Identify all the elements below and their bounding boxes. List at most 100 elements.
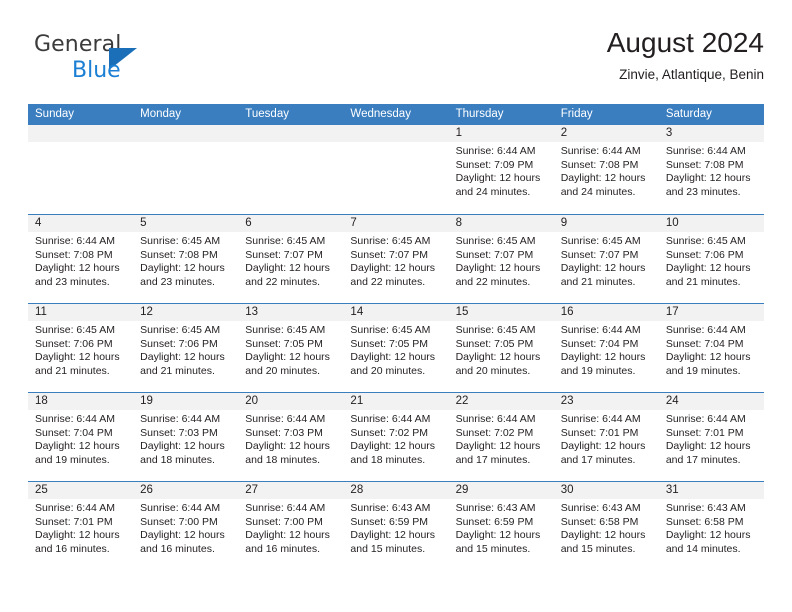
sunrise-text: Sunrise: 6:44 AM [455, 145, 536, 157]
day-details: Sunrise: 6:43 AM Sunset: 6:59 PM Daylight:… [449, 499, 554, 556]
sunset-text: Sunset: 7:06 PM [35, 337, 113, 350]
day-details: Sunrise: 6:45 AM Sunset: 7:06 PM Daylight:… [28, 321, 133, 378]
day-cell[interactable]: 8 Sunrise: 6:45 AM Sunset: 7:07 PM Daylight… [448, 215, 554, 303]
sunrise-text: Sunrise: 6:45 AM [140, 324, 221, 336]
weekday-header-row: Sunday Monday Tuesday Wednesday Thursday… [28, 104, 764, 125]
day-cell[interactable]: 24 Sunrise: 6:44 AM Sunset: 7:01 PM Dayligh… [658, 393, 764, 481]
day-cell[interactable]: 13 Sunrise: 6:45 AM Sunset: 7:05 PM Dayligh… [238, 304, 344, 392]
day-cell[interactable]: 4 Sunrise: 6:44 AM Sunset: 7:08 PM Daylight… [28, 215, 134, 303]
day-number: 10 [658, 215, 764, 232]
daylight-text-line1: Daylight: 12 hours [665, 529, 751, 542]
day-number: 14 [343, 304, 449, 321]
sunrise-text: Sunrise: 6:45 AM [350, 235, 431, 247]
daylight-text-line2: and 19 minutes. [35, 453, 110, 466]
day-cell[interactable]: 3 Sunrise: 6:44 AM Sunset: 7:08 PM Daylight… [658, 125, 764, 214]
sunrise-text: Sunrise: 6:43 AM [560, 502, 641, 514]
day-details: Sunrise: 6:44 AM Sunset: 7:03 PM Daylight:… [238, 410, 343, 467]
sunset-text: Sunset: 7:00 PM [245, 515, 323, 528]
day-cell[interactable]: 17 Sunrise: 6:44 AM Sunset: 7:04 PM Dayligh… [658, 304, 764, 392]
day-number: 11 [28, 304, 134, 321]
day-details: Sunrise: 6:45 AM Sunset: 7:07 PM Daylight:… [343, 232, 448, 289]
daylight-text-line1: Daylight: 12 hours [35, 351, 120, 364]
sunset-text: Sunset: 7:06 PM [665, 248, 744, 261]
day-number [343, 125, 449, 142]
day-number [28, 125, 134, 142]
day-cell[interactable]: 28 Sunrise: 6:43 AM Sunset: 6:59 PM Dayligh… [343, 482, 449, 570]
daylight-text-line2: and 19 minutes. [560, 364, 636, 377]
day-cell[interactable]: 19 Sunrise: 6:44 AM Sunset: 7:03 PM Dayligh… [133, 393, 239, 481]
day-number: 16 [553, 304, 659, 321]
day-number: 22 [448, 393, 554, 410]
day-cell[interactable]: 1 Sunrise: 6:44 AM Sunset: 7:09 PM Daylight… [448, 125, 554, 214]
day-cell[interactable]: 11 Sunrise: 6:45 AM Sunset: 7:06 PM Dayligh… [28, 304, 134, 392]
day-cell[interactable]: 29 Sunrise: 6:43 AM Sunset: 6:59 PM Dayligh… [448, 482, 554, 570]
day-number [133, 125, 239, 142]
daylight-text-line1: Daylight: 12 hours [350, 262, 436, 275]
daylight-text-line1: Daylight: 12 hours [350, 529, 436, 542]
sunrise-text: Sunrise: 6:45 AM [35, 324, 115, 336]
day-number: 25 [28, 482, 134, 499]
daylight-text-line1: Daylight: 12 hours [455, 351, 541, 364]
daylight-text-line1: Daylight: 12 hours [35, 262, 120, 275]
day-cell[interactable]: 18 Sunrise: 6:44 AM Sunset: 7:04 PM Dayligh… [28, 393, 134, 481]
day-cell-empty [343, 125, 449, 214]
day-cell[interactable]: 30 Sunrise: 6:43 AM Sunset: 6:58 PM Dayligh… [553, 482, 659, 570]
day-cell[interactable]: 31 Sunrise: 6:43 AM Sunset: 6:58 PM Dayligh… [658, 482, 764, 570]
day-details: Sunrise: 6:45 AM Sunset: 7:07 PM Daylight:… [554, 232, 659, 289]
day-cell[interactable]: 15 Sunrise: 6:45 AM Sunset: 7:05 PM Dayligh… [448, 304, 554, 392]
sunrise-text: Sunrise: 6:43 AM [665, 502, 746, 514]
sunset-text: Sunset: 7:08 PM [665, 158, 744, 171]
sunset-text: Sunset: 7:08 PM [560, 158, 639, 171]
sunrise-text: Sunrise: 6:45 AM [245, 235, 326, 247]
day-cell[interactable]: 7 Sunrise: 6:45 AM Sunset: 7:07 PM Daylight… [343, 215, 449, 303]
page-header: General Blue August 2024 Zinvie, Atlanti… [28, 26, 764, 98]
sunset-text: Sunset: 7:05 PM [245, 337, 323, 350]
title-block: August 2024 Zinvie, Atlantique, Benin [607, 26, 764, 85]
daylight-text-line2: and 15 minutes. [455, 542, 531, 555]
generalblue-logo[interactable]: General Blue [34, 32, 224, 88]
daylight-text-line2: and 23 minutes. [140, 275, 215, 288]
day-cell[interactable]: 25 Sunrise: 6:44 AM Sunset: 7:01 PM Dayligh… [28, 482, 134, 570]
sunset-text: Sunset: 7:02 PM [455, 426, 534, 439]
day-number: 23 [553, 393, 659, 410]
day-cell[interactable]: 21 Sunrise: 6:44 AM Sunset: 7:02 PM Dayligh… [343, 393, 449, 481]
day-cell[interactable]: 9 Sunrise: 6:45 AM Sunset: 7:07 PM Daylight… [553, 215, 659, 303]
day-number: 13 [238, 304, 344, 321]
day-details: Sunrise: 6:45 AM Sunset: 7:07 PM Daylight:… [238, 232, 343, 289]
daylight-text-line1: Daylight: 12 hours [665, 262, 751, 275]
day-cell[interactable]: 12 Sunrise: 6:45 AM Sunset: 7:06 PM Dayligh… [133, 304, 239, 392]
day-cell[interactable]: 14 Sunrise: 6:45 AM Sunset: 7:05 PM Dayligh… [343, 304, 449, 392]
sunrise-text: Sunrise: 6:44 AM [35, 413, 115, 425]
sunrise-text: Sunrise: 6:44 AM [665, 413, 746, 425]
day-cell[interactable]: 10 Sunrise: 6:45 AM Sunset: 7:06 PM Dayligh… [658, 215, 764, 303]
daylight-text-line2: and 20 minutes. [245, 364, 320, 377]
day-cell[interactable]: 5 Sunrise: 6:45 AM Sunset: 7:08 PM Daylight… [133, 215, 239, 303]
sunset-text: Sunset: 7:05 PM [350, 337, 429, 350]
day-cell[interactable]: 26 Sunrise: 6:44 AM Sunset: 7:00 PM Dayligh… [133, 482, 239, 570]
day-cell[interactable]: 23 Sunrise: 6:44 AM Sunset: 7:01 PM Dayligh… [553, 393, 659, 481]
daylight-text-line1: Daylight: 12 hours [245, 351, 330, 364]
daylight-text-line1: Daylight: 12 hours [560, 351, 646, 364]
daylight-text-line2: and 17 minutes. [560, 453, 636, 466]
day-details: Sunrise: 6:45 AM Sunset: 7:05 PM Daylight:… [449, 321, 554, 378]
daylight-text-line2: and 24 minutes. [455, 185, 531, 198]
week-row: 1 Sunrise: 6:44 AM Sunset: 7:09 PM Daylight… [28, 125, 764, 214]
day-number: 1 [448, 125, 554, 142]
sunrise-text: Sunrise: 6:44 AM [35, 235, 115, 247]
day-cell[interactable]: 22 Sunrise: 6:44 AM Sunset: 7:02 PM Dayligh… [448, 393, 554, 481]
day-details: Sunrise: 6:43 AM Sunset: 6:58 PM Daylight:… [659, 499, 764, 556]
day-cell[interactable]: 6 Sunrise: 6:45 AM Sunset: 7:07 PM Daylight… [238, 215, 344, 303]
sunrise-text: Sunrise: 6:44 AM [245, 502, 326, 514]
daylight-text-line1: Daylight: 12 hours [140, 529, 225, 542]
day-cell[interactable]: 27 Sunrise: 6:44 AM Sunset: 7:00 PM Dayligh… [238, 482, 344, 570]
sunset-text: Sunset: 6:59 PM [455, 515, 534, 528]
sunrise-text: Sunrise: 6:45 AM [140, 235, 221, 247]
day-cell[interactable]: 20 Sunrise: 6:44 AM Sunset: 7:03 PM Dayligh… [238, 393, 344, 481]
day-details: Sunrise: 6:44 AM Sunset: 7:03 PM Daylight:… [133, 410, 238, 467]
sunset-text: Sunset: 7:02 PM [350, 426, 429, 439]
daylight-text-line2: and 14 minutes. [665, 542, 741, 555]
day-cell[interactable]: 16 Sunrise: 6:44 AM Sunset: 7:04 PM Dayligh… [553, 304, 659, 392]
day-details: Sunrise: 6:44 AM Sunset: 7:00 PM Daylight:… [238, 499, 343, 556]
day-cell[interactable]: 2 Sunrise: 6:44 AM Sunset: 7:08 PM Daylight… [553, 125, 659, 214]
sunset-text: Sunset: 7:03 PM [140, 426, 218, 439]
